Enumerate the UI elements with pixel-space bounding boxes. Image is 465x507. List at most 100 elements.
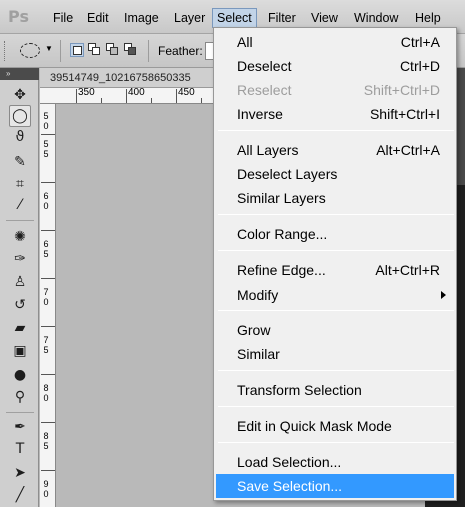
menu-item-refine-edge[interactable]: Refine Edge... Alt+Ctrl+R	[216, 258, 454, 282]
menu-item-grow[interactable]: Grow	[216, 318, 454, 342]
ruler-label: 0	[43, 393, 49, 403]
type-tool-icon[interactable]: T	[9, 438, 31, 460]
menu-item-label: Edit in Quick Mask Mode	[237, 418, 392, 434]
menu-item-modify[interactable]: Modify	[216, 283, 454, 307]
menu-item-all[interactable]: All Ctrl+A	[216, 30, 454, 54]
ruler-tick	[201, 98, 202, 103]
menu-filter[interactable]: Filter	[264, 8, 300, 28]
ruler-top: 350 400 450	[40, 88, 216, 104]
quick-select-tool-icon[interactable]: ✎	[9, 151, 31, 173]
menu-file[interactable]: File	[49, 8, 77, 28]
ruler-tick	[41, 182, 55, 183]
new-selection-icon[interactable]	[70, 43, 84, 57]
clone-stamp-tool-icon[interactable]: ♙	[9, 271, 31, 293]
ruler-label: 7	[43, 335, 49, 345]
dodge-tool-icon[interactable]: ⚲	[9, 386, 31, 408]
history-brush-tool-icon[interactable]: ↺	[9, 294, 31, 316]
options-grip[interactable]	[4, 41, 7, 61]
menu-item-load-selection[interactable]: Load Selection...	[216, 450, 454, 474]
ruler-tick	[41, 278, 55, 279]
ruler-label: 6	[43, 191, 49, 201]
add-selection-icon[interactable]	[88, 43, 102, 57]
ruler-tick	[41, 326, 55, 327]
menu-separator	[218, 130, 454, 131]
menu-image[interactable]: Image	[120, 8, 163, 28]
intersect-selection-icon[interactable]	[124, 43, 138, 57]
menu-separator	[218, 310, 454, 311]
panel-collapse-icon[interactable]: »	[0, 68, 39, 80]
menu-item-label: Refine Edge...	[237, 262, 326, 278]
document-tab[interactable]: 39514749_10216758650335	[40, 68, 215, 88]
menu-item-label: Deselect Layers	[237, 166, 338, 182]
path-select-tool-icon[interactable]: ➤	[9, 462, 31, 484]
eraser-tool-icon[interactable]: ▰	[9, 317, 31, 339]
eyedropper-tool-icon[interactable]: ⁄	[9, 194, 31, 216]
menu-item-color-range[interactable]: Color Range...	[216, 222, 454, 246]
ruler-tick	[76, 89, 77, 103]
menu-item-deselect[interactable]: Deselect Ctrl+D	[216, 54, 454, 78]
pen-tool-icon[interactable]: ✒	[9, 416, 31, 438]
menu-item-shortcut: Alt+Ctrl+R	[375, 262, 440, 278]
crop-tool-icon[interactable]: ⌗	[9, 173, 31, 195]
menu-item-shortcut: Alt+Ctrl+A	[376, 142, 440, 158]
ruler-label: 0	[43, 121, 49, 131]
chevron-down-icon[interactable]: ▼	[45, 44, 53, 53]
ruler-label: 8	[43, 383, 49, 393]
line-tool-icon[interactable]: ╱	[9, 484, 31, 506]
blur-tool-icon[interactable]: ●	[9, 364, 31, 386]
menu-select[interactable]: Select	[212, 8, 257, 28]
menu-separator	[218, 442, 454, 443]
menu-help[interactable]: Help	[411, 8, 445, 28]
menu-separator	[218, 406, 454, 407]
menu-item-transform-selection[interactable]: Transform Selection	[216, 378, 454, 402]
options-separator	[148, 40, 149, 62]
menu-item-shortcut: Ctrl+A	[400, 34, 440, 50]
ruler-label: 9	[43, 479, 49, 489]
photoshop-logo: Ps	[8, 7, 29, 26]
menu-item-label: Inverse	[237, 106, 283, 122]
move-tool-icon[interactable]: ✥	[9, 84, 31, 106]
menu-item-save-selection[interactable]: Save Selection...	[216, 474, 454, 498]
ruler-label: 350	[78, 87, 95, 98]
ruler-tick	[41, 374, 55, 375]
menu-item-shortcut: Shift+Ctrl+I	[369, 106, 440, 122]
elliptical-marquee-tool-icon[interactable]: ◯	[9, 105, 31, 127]
menu-item-label: All Layers	[237, 142, 299, 158]
menu-view[interactable]: View	[307, 8, 342, 28]
tools-separator	[6, 412, 34, 413]
gradient-tool-icon[interactable]: ▣	[9, 340, 31, 362]
options-separator	[60, 40, 61, 62]
ruler-tick	[101, 98, 102, 103]
ruler-label: 5	[43, 345, 49, 355]
menu-item-all-layers[interactable]: All Layers Alt+Ctrl+A	[216, 138, 454, 162]
submenu-arrow-icon	[441, 291, 446, 299]
elliptical-marquee-icon[interactable]	[20, 43, 40, 58]
ruler-label: 0	[43, 297, 49, 307]
menu-item-quick-mask[interactable]: Edit in Quick Mask Mode	[216, 414, 454, 438]
healing-brush-tool-icon[interactable]: ✺	[9, 226, 31, 248]
menu-item-shortcut: Shift+Ctrl+D	[363, 82, 440, 98]
subtract-selection-icon[interactable]	[106, 43, 120, 57]
menu-item-similar-layers[interactable]: Similar Layers	[216, 186, 454, 210]
ruler-label: 5	[43, 441, 49, 451]
menu-item-deselect-layers[interactable]: Deselect Layers	[216, 162, 454, 186]
ruler-label: 7	[43, 287, 49, 297]
menu-window[interactable]: Window	[350, 8, 402, 28]
ruler-tick	[41, 230, 55, 231]
ruler-tick	[41, 422, 55, 423]
lasso-tool-icon[interactable]: ϑ	[9, 126, 31, 148]
menu-item-label: Reselect	[237, 82, 292, 98]
ruler-label: 400	[128, 87, 145, 98]
ruler-label: 5	[43, 249, 49, 259]
menu-item-inverse[interactable]: Inverse Shift+Ctrl+I	[216, 102, 454, 126]
ruler-label: 8	[43, 431, 49, 441]
menu-item-similar[interactable]: Similar	[216, 342, 454, 366]
document-canvas[interactable]	[57, 104, 217, 507]
tools-separator	[6, 220, 34, 221]
menu-layer[interactable]: Layer	[170, 8, 209, 28]
ruler-label: 5	[43, 149, 49, 159]
ruler-label: 5	[43, 111, 49, 121]
menu-edit[interactable]: Edit	[83, 8, 113, 28]
brush-tool-icon[interactable]: ✑	[9, 248, 31, 270]
ruler-label: 5	[43, 139, 49, 149]
